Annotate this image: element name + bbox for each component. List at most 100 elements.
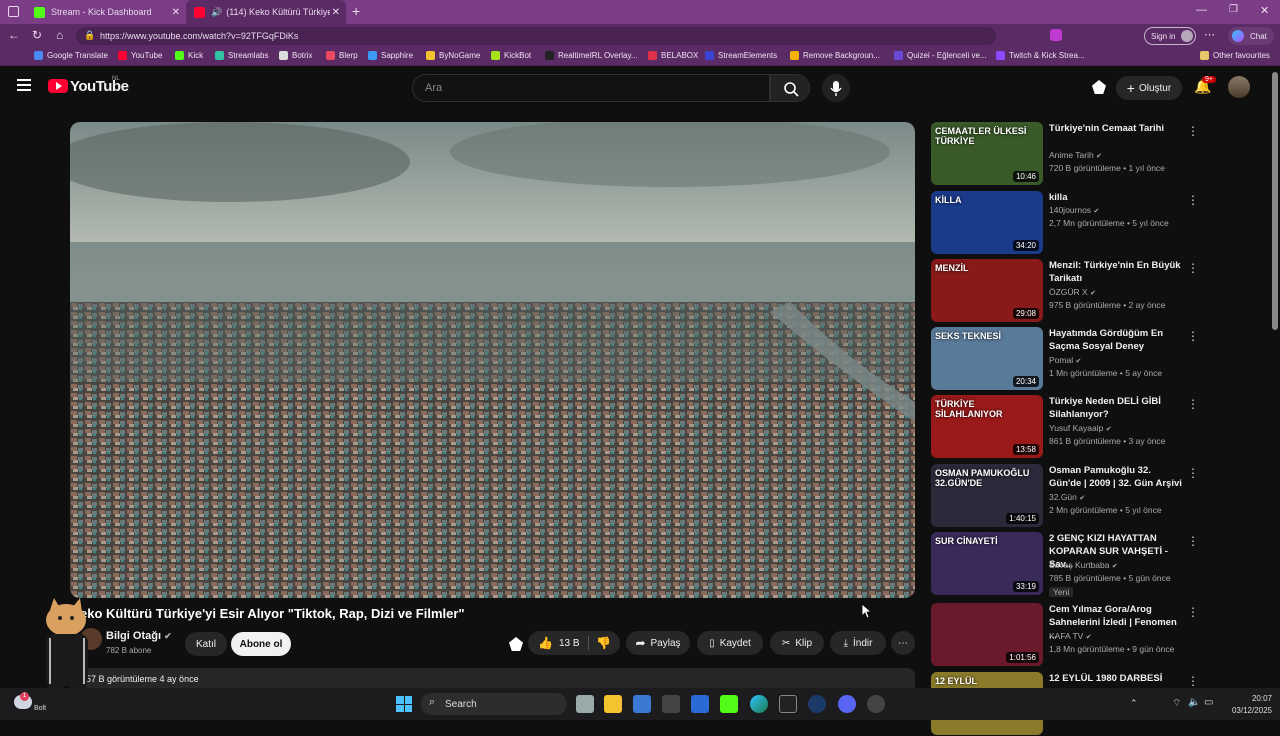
tab-kick-dashboard[interactable]: Stream - Kick Dashboard ✕ [26, 0, 186, 24]
obs-icon[interactable] [867, 695, 885, 713]
epic-games-icon[interactable] [779, 695, 797, 713]
avatar[interactable] [1228, 76, 1250, 98]
video-thumbnail[interactable]: OSMAN PAMUKOĞLU 32.GÜN'DE 1:40:15 [931, 464, 1043, 527]
more-options-icon[interactable]: ⋮ [1187, 534, 1199, 548]
premium-icon[interactable] [1092, 80, 1106, 94]
recommendation-title[interactable]: Menzil: Türkiye'nin En Büyük Tarikatı [1049, 259, 1183, 285]
bookmark-item[interactable]: BELABOX [648, 51, 698, 60]
close-window-button[interactable]: ✕ [1260, 4, 1269, 17]
recommendation-channel[interactable]: Anime Tarih ✔ [1049, 150, 1102, 160]
back-icon[interactable]: ← [8, 28, 20, 42]
video-thumbnail[interactable]: CEMAATLER ÜLKESİ TÜRKİYE 10:46 [931, 122, 1043, 185]
battery-icon[interactable]: ▭ [1204, 697, 1213, 708]
clock-time[interactable]: 20:07 [1222, 694, 1272, 703]
recommendation-item[interactable]: SUR CİNAYETİ 33:19 2 GENÇ KIZI HAYATTAN KO… [931, 532, 1276, 597]
bookmark-item[interactable]: Botrix [279, 51, 312, 60]
video-thumbnail[interactable]: SUR CİNAYETİ 33:19 [931, 532, 1043, 595]
new-tab-button[interactable]: + [352, 3, 360, 19]
more-options-icon[interactable]: ⋮ [1187, 397, 1199, 411]
video-thumbnail[interactable]: 1:01:56 [931, 603, 1043, 666]
like-count[interactable]: 13 B [559, 638, 580, 649]
more-options-icon[interactable]: ⋮ [1187, 466, 1199, 480]
home-icon[interactable]: ⌂ [56, 28, 63, 42]
bookmark-item[interactable]: KickBot [491, 51, 531, 60]
kick-app-icon[interactable] [720, 695, 738, 713]
download-button[interactable]: ⤓ İndir [830, 631, 886, 655]
more-options-icon[interactable]: ⋮ [1187, 261, 1199, 275]
recommendation-channel[interactable]: Yusuf Kayaalp ✔ [1049, 423, 1112, 433]
video-thumbnail[interactable]: TÜRKİYE SİLAHLANIYOR 13:58 [931, 395, 1043, 458]
chevron-up-icon[interactable]: ⌃ [1130, 698, 1138, 709]
bookmark-item[interactable]: Remove Backgroun... [790, 51, 880, 60]
recommendation-item[interactable]: SEKS TEKNESİ 20:34 Hayatımda Gördüğüm En S… [931, 327, 1276, 391]
refresh-icon[interactable]: ↻ [32, 28, 42, 42]
bookmark-item[interactable]: StreamElements [705, 51, 777, 60]
tab-actions-icon[interactable] [8, 6, 19, 17]
recommendation-channel[interactable]: 140journos ✔ [1049, 205, 1099, 215]
close-icon[interactable]: ✕ [332, 7, 340, 18]
recommendation-channel[interactable]: KAFA TV ✔ [1049, 631, 1092, 641]
video-thumbnail[interactable]: SEKS TEKNESİ 20:34 [931, 327, 1043, 390]
description-box[interactable]: 57 B görüntüleme 4 ay önce [70, 668, 915, 688]
windows-start-icon[interactable] [396, 696, 412, 712]
chat-button[interactable]: Chat [1228, 27, 1274, 45]
search-input[interactable]: Ara [412, 74, 770, 102]
bookmark-item[interactable]: ByNoGame [426, 51, 480, 60]
tab-youtube[interactable]: 🔊 (114) Keko Kültürü Türkiye'yi... ✕ [186, 0, 346, 24]
recommendation-title[interactable]: killa [1049, 191, 1183, 204]
file-explorer-icon[interactable] [604, 695, 622, 713]
recommendation-title[interactable]: Hayatımda Gördüğüm En Saçma Sosyal Deney [1049, 327, 1183, 353]
recommendation-title[interactable]: Türkiye'nin Cemaat Tarihi [1049, 122, 1183, 135]
bookmark-item[interactable]: Blerp [326, 51, 358, 60]
create-button[interactable]: + Oluştur [1116, 76, 1182, 100]
minimize-button[interactable]: — [1196, 4, 1207, 16]
more-options-icon[interactable]: ⋮ [1187, 674, 1199, 688]
ai-ask-icon[interactable] [509, 637, 523, 651]
extension-icon[interactable] [1050, 29, 1062, 41]
edge-icon[interactable] [750, 695, 768, 713]
recommendation-item[interactable]: 1:01:56 Cem Yılmaz Gora/Arog Sahnelerini … [931, 603, 1276, 667]
recommendation-item[interactable]: CEMAATLER ÜLKESİ TÜRKİYE 10:46 Türkiye'nin… [931, 122, 1276, 186]
page-scrollbar[interactable] [1272, 72, 1278, 330]
save-button[interactable]: ▯ Kaydet [697, 631, 763, 655]
wifi-icon[interactable]: ⌔ [1172, 697, 1181, 710]
recommendation-channel[interactable]: Savaş Kurtbaba ✔ [1049, 560, 1118, 570]
zoom-icon[interactable] [691, 695, 709, 713]
more-options-icon[interactable]: ⋮ [1187, 605, 1199, 619]
menu-icon[interactable] [17, 79, 31, 91]
sign-in-button[interactable]: Sign in [1144, 27, 1196, 45]
other-favourites[interactable]: Other favourites [1200, 51, 1270, 60]
recommendation-item[interactable]: MENZİL 29:08 Menzil: Türkiye'nin En Büyük … [931, 259, 1276, 323]
task-view-icon[interactable] [576, 695, 594, 713]
maximize-button[interactable]: ❐ [1229, 4, 1238, 15]
video-player[interactable] [70, 122, 915, 598]
more-options-icon[interactable]: ⋮ [1187, 124, 1199, 138]
subscribe-button[interactable]: Abone ol [231, 632, 291, 656]
store-icon[interactable] [633, 695, 651, 713]
recommendation-item[interactable]: TÜRKİYE SİLAHLANIYOR 13:58 Türkiye Neden D… [931, 395, 1276, 459]
video-thumbnail[interactable]: KİLLA 34:20 [931, 191, 1043, 254]
clip-button[interactable]: ✂ Klip [770, 631, 824, 655]
steam-icon[interactable] [808, 695, 826, 713]
url-input[interactable]: 🔒 https://www.youtube.com/watch?v=92TFGq… [76, 27, 996, 45]
dislike-icon[interactable]: 👎 [596, 636, 611, 650]
taskbar-search[interactable]: ⌕ Search [421, 693, 567, 715]
more-options-icon[interactable]: ⋮ [1187, 329, 1199, 343]
bookmark-item[interactable]: Quizei - Eğlenceli ve... [894, 51, 987, 60]
join-button[interactable]: Katıl [185, 632, 227, 656]
recommendation-title[interactable]: Türkiye Neden DELİ GİBİ Silahlanıyor? [1049, 395, 1183, 421]
close-icon[interactable]: ✕ [172, 7, 180, 18]
bookmark-item[interactable]: Twitch & Kick Strea... [996, 51, 1085, 60]
recommendation-channel[interactable]: 32.Gün ✔ [1049, 492, 1085, 502]
recommendation-item[interactable]: KİLLA 34:20 killa 140journos ✔ 2,7 Mn görünt… [931, 191, 1276, 255]
youtube-logo-icon[interactable] [48, 79, 68, 93]
app-icon[interactable] [662, 695, 680, 713]
like-icon[interactable]: 👍 [538, 636, 553, 650]
share-button[interactable]: ➦ Paylaş [626, 631, 690, 655]
recommendation-title[interactable]: 12 EYLÜL 1980 DARBESİ [1049, 672, 1183, 685]
bookmark-item[interactable]: RealtimeIRL Overlay... [545, 51, 638, 60]
channel-name[interactable]: Bilgi Otağı ✔ [106, 630, 172, 642]
recommendation-title[interactable]: Osman Pamukoğlu 32. Gün'de | 2009 | 32. … [1049, 464, 1183, 490]
bookmark-item[interactable]: YouTube [118, 51, 162, 60]
bookmark-item[interactable]: Google Translate [34, 51, 108, 60]
